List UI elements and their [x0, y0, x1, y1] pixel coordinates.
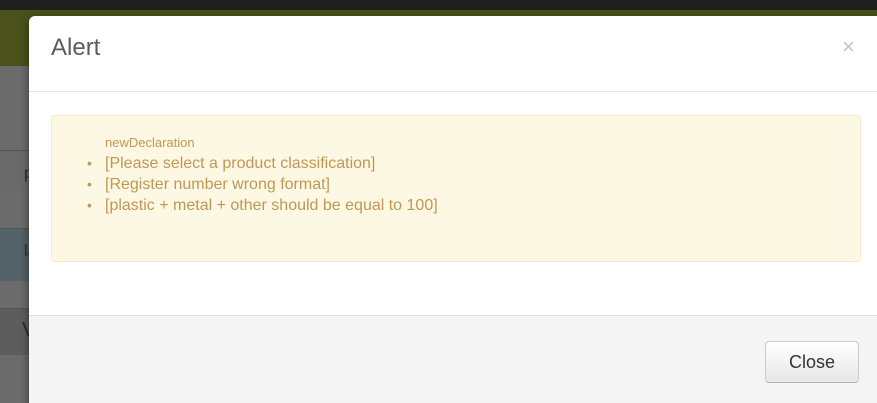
close-icon[interactable]: × — [842, 36, 855, 58]
alert-heading: newDeclaration — [105, 135, 195, 150]
list-item: • [plastic + metal + other should be equ… — [87, 195, 438, 216]
bullet-icon: • — [87, 155, 92, 171]
warning-alert: newDeclaration • [Please select a produc… — [51, 115, 861, 262]
error-list: • [Please select a product classificatio… — [87, 153, 438, 216]
bullet-icon: • — [87, 197, 92, 213]
alert-modal: Alert × newDeclaration • [Please select … — [29, 16, 877, 403]
modal-header: Alert × — [29, 16, 877, 92]
bullet-icon: • — [87, 176, 92, 192]
error-message: [Please select a product classification] — [105, 155, 376, 172]
modal-footer: Close — [29, 315, 877, 403]
modal-title: Alert — [51, 34, 101, 61]
list-item: • [Please select a product classificatio… — [87, 153, 438, 174]
list-item: • [Register number wrong format] — [87, 174, 438, 195]
error-message: [Register number wrong format] — [105, 176, 330, 193]
background-top-bar — [0, 0, 877, 10]
close-button[interactable]: Close — [765, 341, 859, 383]
error-message: [plastic + metal + other should be equal… — [105, 197, 438, 214]
